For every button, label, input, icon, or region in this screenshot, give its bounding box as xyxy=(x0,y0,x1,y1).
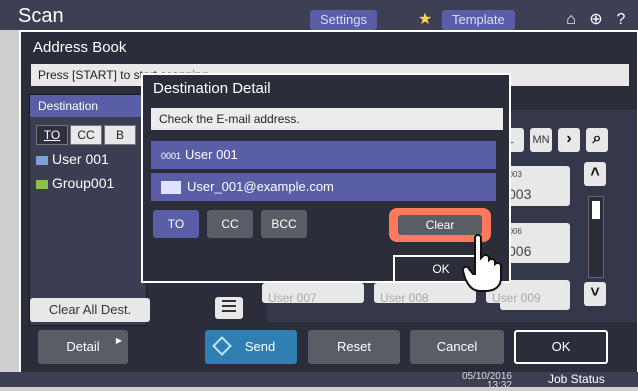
chevron-right-icon[interactable]: › xyxy=(558,128,580,152)
scroll-down-icon[interactable]: ˅ xyxy=(584,282,606,306)
destination-item[interactable]: User 001 xyxy=(36,151,109,167)
scrollbar-track[interactable] xyxy=(588,196,604,278)
template-button[interactable]: Template xyxy=(442,10,515,30)
bcc-button[interactable]: BCC xyxy=(261,210,307,238)
job-status-button[interactable]: Job Status xyxy=(548,372,605,387)
pointer-hand-icon xyxy=(462,234,502,292)
entry-name-field: 0001 User 001 xyxy=(151,141,496,169)
letter-tab-mn[interactable]: MN xyxy=(530,128,552,152)
ok-button[interactable]: OK xyxy=(514,330,608,364)
address-tile[interactable]: User 008 xyxy=(374,283,476,303)
settings-button[interactable]: Settings xyxy=(310,10,377,30)
window-title: Address Book xyxy=(33,39,127,56)
address-tile[interactable]: User 007 xyxy=(262,283,364,303)
search-icon[interactable]: ⌕ xyxy=(586,128,608,152)
tab-to[interactable]: TO xyxy=(36,125,68,145)
home-icon[interactable]: ⌂ xyxy=(560,10,582,30)
top-bar: Scan Settings ★ Template ⌂ ⊕ ? xyxy=(0,0,638,30)
globe-icon[interactable]: ⊕ xyxy=(585,10,607,30)
destination-header: Destination xyxy=(30,95,146,117)
email-field: User_001@example.com xyxy=(151,173,496,201)
cc-button[interactable]: CC xyxy=(207,210,253,238)
tab-bcc[interactable]: B xyxy=(104,125,136,145)
tab-cc[interactable]: CC xyxy=(70,125,102,145)
clear-all-destinations-button[interactable]: Clear All Dest. xyxy=(30,298,150,322)
envelope-icon xyxy=(161,181,181,195)
help-icon[interactable]: ? xyxy=(610,10,632,30)
datetime: 05/10/2016 13:32 xyxy=(461,371,512,391)
destination-item[interactable]: Group001 xyxy=(36,175,114,191)
scrollbar-thumb[interactable] xyxy=(592,201,600,219)
cancel-button[interactable]: Cancel xyxy=(410,330,504,364)
destination-detail-dialog: Destination Detail Check the E-mail addr… xyxy=(141,73,511,283)
send-button[interactable]: Send xyxy=(205,330,297,364)
star-icon[interactable]: ★ xyxy=(414,10,436,30)
triangle-right-icon: ▶ xyxy=(115,336,122,345)
detail-button[interactable]: Detail ▶ xyxy=(38,330,128,364)
send-icon xyxy=(212,336,232,356)
to-button[interactable]: TO xyxy=(153,210,199,238)
user-icon xyxy=(36,155,48,165)
dialog-instruction: Check the E-mail address. xyxy=(151,108,503,130)
group-icon xyxy=(36,179,48,189)
destination-panel: Destination TO CC B User 001 Group001 xyxy=(29,94,147,326)
dialog-title: Destination Detail xyxy=(153,80,271,97)
list-view-icon[interactable] xyxy=(215,297,243,319)
scroll-up-icon[interactable]: ˄ xyxy=(584,162,606,186)
reset-button[interactable]: Reset xyxy=(308,330,400,364)
footer-bar xyxy=(0,372,638,387)
app-title: Scan xyxy=(18,5,64,27)
